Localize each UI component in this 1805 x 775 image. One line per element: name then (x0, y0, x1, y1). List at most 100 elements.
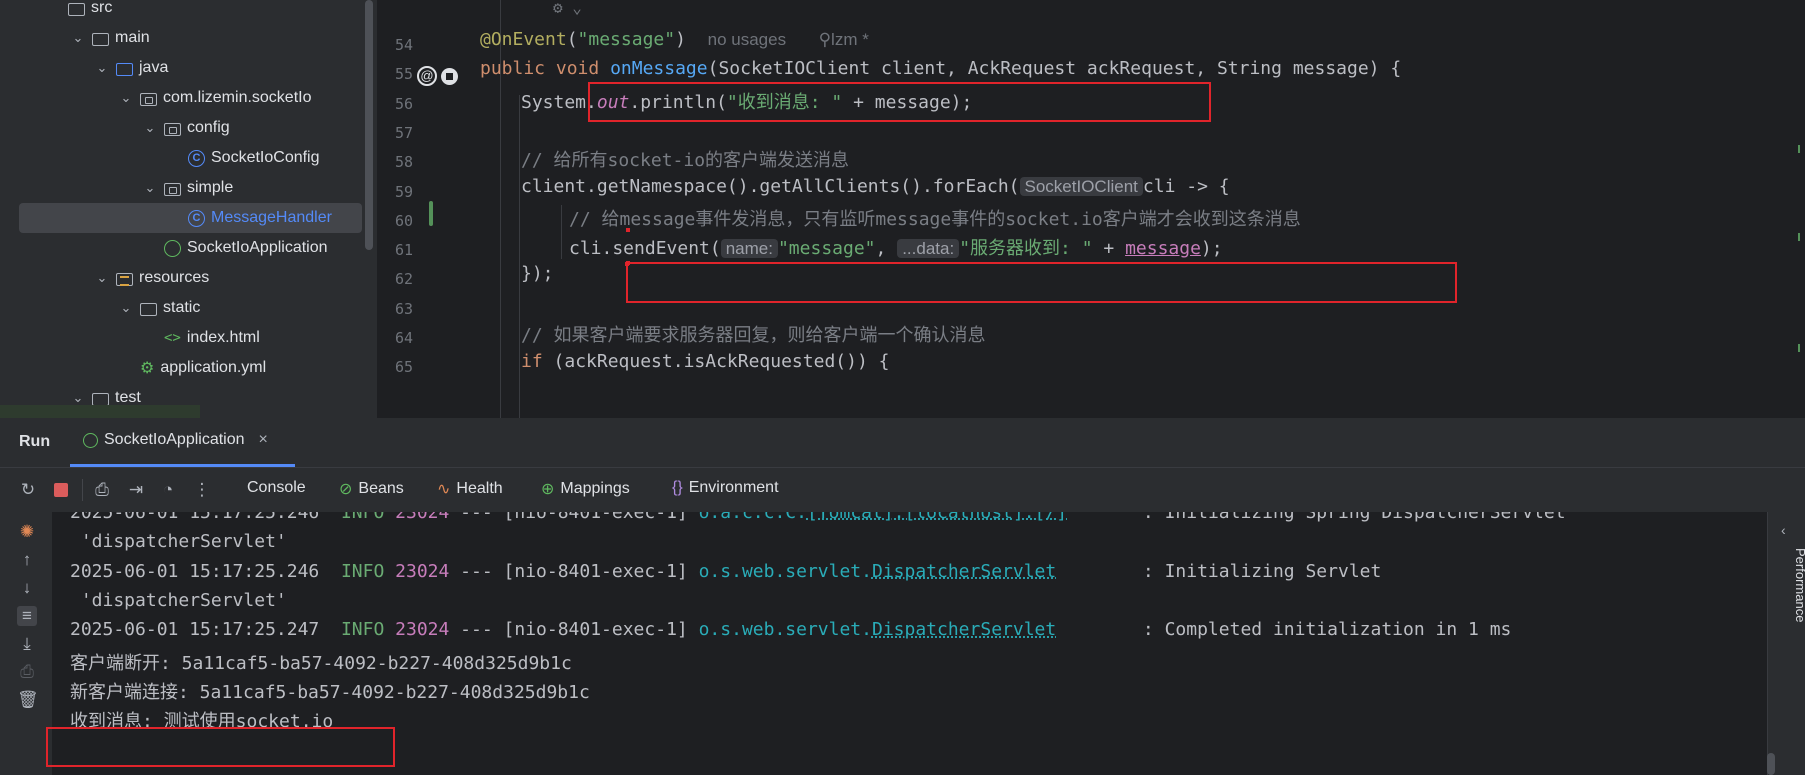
tree-item-application-yml[interactable]: ⚙ application.yml (0, 353, 362, 383)
project-tree: src ⌄ main ⌄ java ⌄ com.lizemin.socketIo ⌄ confi… (0, 0, 377, 418)
logger-prefix: o.s.web.servlet. (698, 560, 872, 582)
more-options-icon[interactable]: ⋮ (192, 480, 212, 500)
author-hint[interactable]: lzm * (831, 30, 869, 49)
tree-item-com-lizemin-socketio[interactable]: ⌄ com.lizemin.socketIo (0, 83, 362, 113)
console-line: 2025-06-01 15:17:25.246 INFO 23024 --- [… (70, 561, 1381, 582)
logger-class[interactable]: DispatcherServlet (872, 561, 1056, 582)
console-scrollbar[interactable] (1767, 753, 1775, 775)
chevron-down-icon[interactable]: ⌄ (70, 390, 86, 406)
soft-wrap-icon[interactable]: ≡ (17, 606, 37, 626)
log-logger-link[interactable]: o.s.web.servlet.DispatcherServlet (699, 619, 1057, 640)
line-number[interactable]: 62 (377, 270, 413, 288)
line-number[interactable]: 54 (377, 36, 413, 54)
line-number[interactable]: 65 (377, 358, 413, 376)
code-line-58: // 给所有socket-io的客户端发送消息 (521, 150, 850, 171)
line-number[interactable]: 59 (377, 183, 413, 201)
tree-item-resources[interactable]: ⌄ resources (0, 263, 362, 293)
tree-item-label: MessageHandler (211, 209, 332, 226)
tree-item-src[interactable]: src (0, 0, 362, 23)
log-separator: --- (449, 560, 504, 582)
chevron-down-icon[interactable]: ⌄ (142, 120, 158, 136)
toolbar-divider (82, 479, 83, 501)
logger-prefix: o.a.c.c.C. (698, 512, 807, 523)
scrollbar-marker (1798, 233, 1800, 241)
tree-item-config[interactable]: ⌄ config (0, 113, 362, 143)
line-number[interactable]: 58 (377, 153, 413, 171)
tree-item-messagehandler[interactable]: C MessageHandler (19, 203, 362, 233)
chevron-down-icon[interactable]: ⌄ (70, 30, 86, 46)
code-line-55: public void onMessage(SocketIOClient cli… (480, 58, 1402, 79)
logger-class[interactable]: DispatcherServlet (872, 619, 1056, 640)
spring-boot-icon (83, 432, 98, 448)
line-number[interactable]: 56 (377, 95, 413, 113)
code-line-62: }); (521, 263, 554, 284)
chevron-left-icon[interactable]: ‹ (1781, 522, 1786, 538)
tab-mappings[interactable]: ⊕ Mappings (541, 479, 630, 499)
log-logger-link[interactable]: o.a.c.c.C.[Tomcat].[localhost].[/] (699, 512, 1067, 523)
rerun-icon[interactable]: ↻ (18, 480, 38, 500)
param-hint-name: name: (720, 239, 778, 258)
tree-item-java[interactable]: ⌄ java (0, 53, 362, 83)
chevron-down-icon[interactable]: ⌄ (94, 60, 110, 76)
chevron-down-icon[interactable]: ⌄ (118, 90, 134, 106)
author-icon: ⚲ (818, 30, 832, 49)
arrow-up-icon[interactable]: ↑ (17, 550, 37, 570)
run-config-tab[interactable]: SocketIoApplication × (83, 431, 268, 449)
tree-item-socketioapplication[interactable]: SocketIoApplication (0, 233, 362, 263)
tab-environment[interactable]: {} Environment (672, 479, 779, 497)
tree-item-simple[interactable]: ⌄ simple (0, 173, 362, 203)
debug-bug-icon[interactable]: ✺ (17, 522, 37, 542)
log-message: : Initializing Servlet (1056, 560, 1382, 582)
log-thread: [nio-8401-exec-1] (503, 560, 688, 582)
tree-item-static[interactable]: ⌄ static (0, 293, 362, 323)
tab-console[interactable]: Console (247, 479, 306, 497)
chevron-down-icon[interactable]: ⌄ (94, 270, 110, 286)
line-number[interactable]: 57 (377, 124, 413, 142)
tree-item-index-html[interactable]: <> index.html (0, 323, 362, 353)
tree-item-main[interactable]: ⌄ main (0, 23, 362, 53)
line-number[interactable]: 55 (377, 65, 413, 83)
vcs-change-marker[interactable] (429, 201, 433, 226)
line-number[interactable]: 64 (377, 329, 413, 347)
trash-icon[interactable]: 🗑 (17, 690, 39, 710)
dashboard-icon[interactable]: ◔ (158, 480, 178, 500)
stop-icon[interactable] (54, 483, 68, 497)
code-line-59: client.getNamespace().getAllClients().fo… (521, 176, 1230, 197)
tree-item-label: com.lizemin.socketIo (163, 89, 312, 106)
tree-partial-row (0, 405, 200, 418)
log-thread: [nio-8401-exec-1] (503, 619, 688, 641)
tab-mappings-label: Mappings (560, 480, 630, 497)
logger-class[interactable]: [Tomcat].[localhost].[/] (807, 512, 1067, 523)
code-editor[interactable]: 54 55 56 57 58 59 60 61 62 63 64 65 ⚙ ⌄ @ @OnEvent(… (377, 0, 1805, 418)
console-line: 客户端断开: 5a11caf5-ba57-4092-b227-408d325d9… (70, 652, 572, 674)
tree-item-socketioconfig[interactable]: C SocketIoConfig (0, 143, 362, 173)
chevron-down-icon[interactable]: ⌄ (118, 300, 134, 316)
tab-health[interactable]: ∿ Health (437, 479, 503, 499)
performance-side-tab[interactable]: Performance (1793, 548, 1805, 622)
beans-icon: ⊘ (339, 481, 353, 498)
log-level: INFO (340, 619, 385, 641)
camera-icon[interactable]: ⎙ (92, 480, 112, 500)
usages-hint[interactable]: no usages (708, 30, 786, 49)
line-number[interactable]: 60 (377, 212, 413, 230)
implementation-at-icon[interactable]: @ (417, 66, 437, 86)
tree-item-label: index.html (186, 329, 260, 346)
breakpoint-stop-icon[interactable] (441, 68, 458, 85)
log-message: : Initializing Spring DispatcherServlet (1067, 512, 1566, 523)
gutter-fold-icon[interactable]: ⚙ ⌄ (553, 0, 582, 17)
tree-item-label: src (91, 0, 113, 16)
log-logger-link[interactable]: o.s.web.servlet.DispatcherServlet (699, 561, 1057, 582)
line-number[interactable]: 63 (377, 300, 413, 318)
tab-beans[interactable]: ⊘ Beans (339, 479, 404, 499)
param-hint-data: ...data: (897, 239, 960, 258)
code-line-65: if (ackRequest.isAckRequested()) { (521, 351, 890, 372)
arrow-down-icon[interactable]: ↓ (17, 578, 37, 598)
folder-icon (140, 302, 157, 316)
tree-scrollbar[interactable] (365, 0, 373, 250)
scroll-to-end-icon[interactable]: ⤓ (17, 634, 37, 654)
exit-icon[interactable]: ⇥ (126, 480, 146, 500)
close-icon[interactable]: × (259, 431, 268, 449)
line-number[interactable]: 61 (377, 241, 413, 259)
chevron-down-icon[interactable]: ⌄ (142, 180, 158, 196)
scrollbar-marker (1798, 145, 1800, 153)
